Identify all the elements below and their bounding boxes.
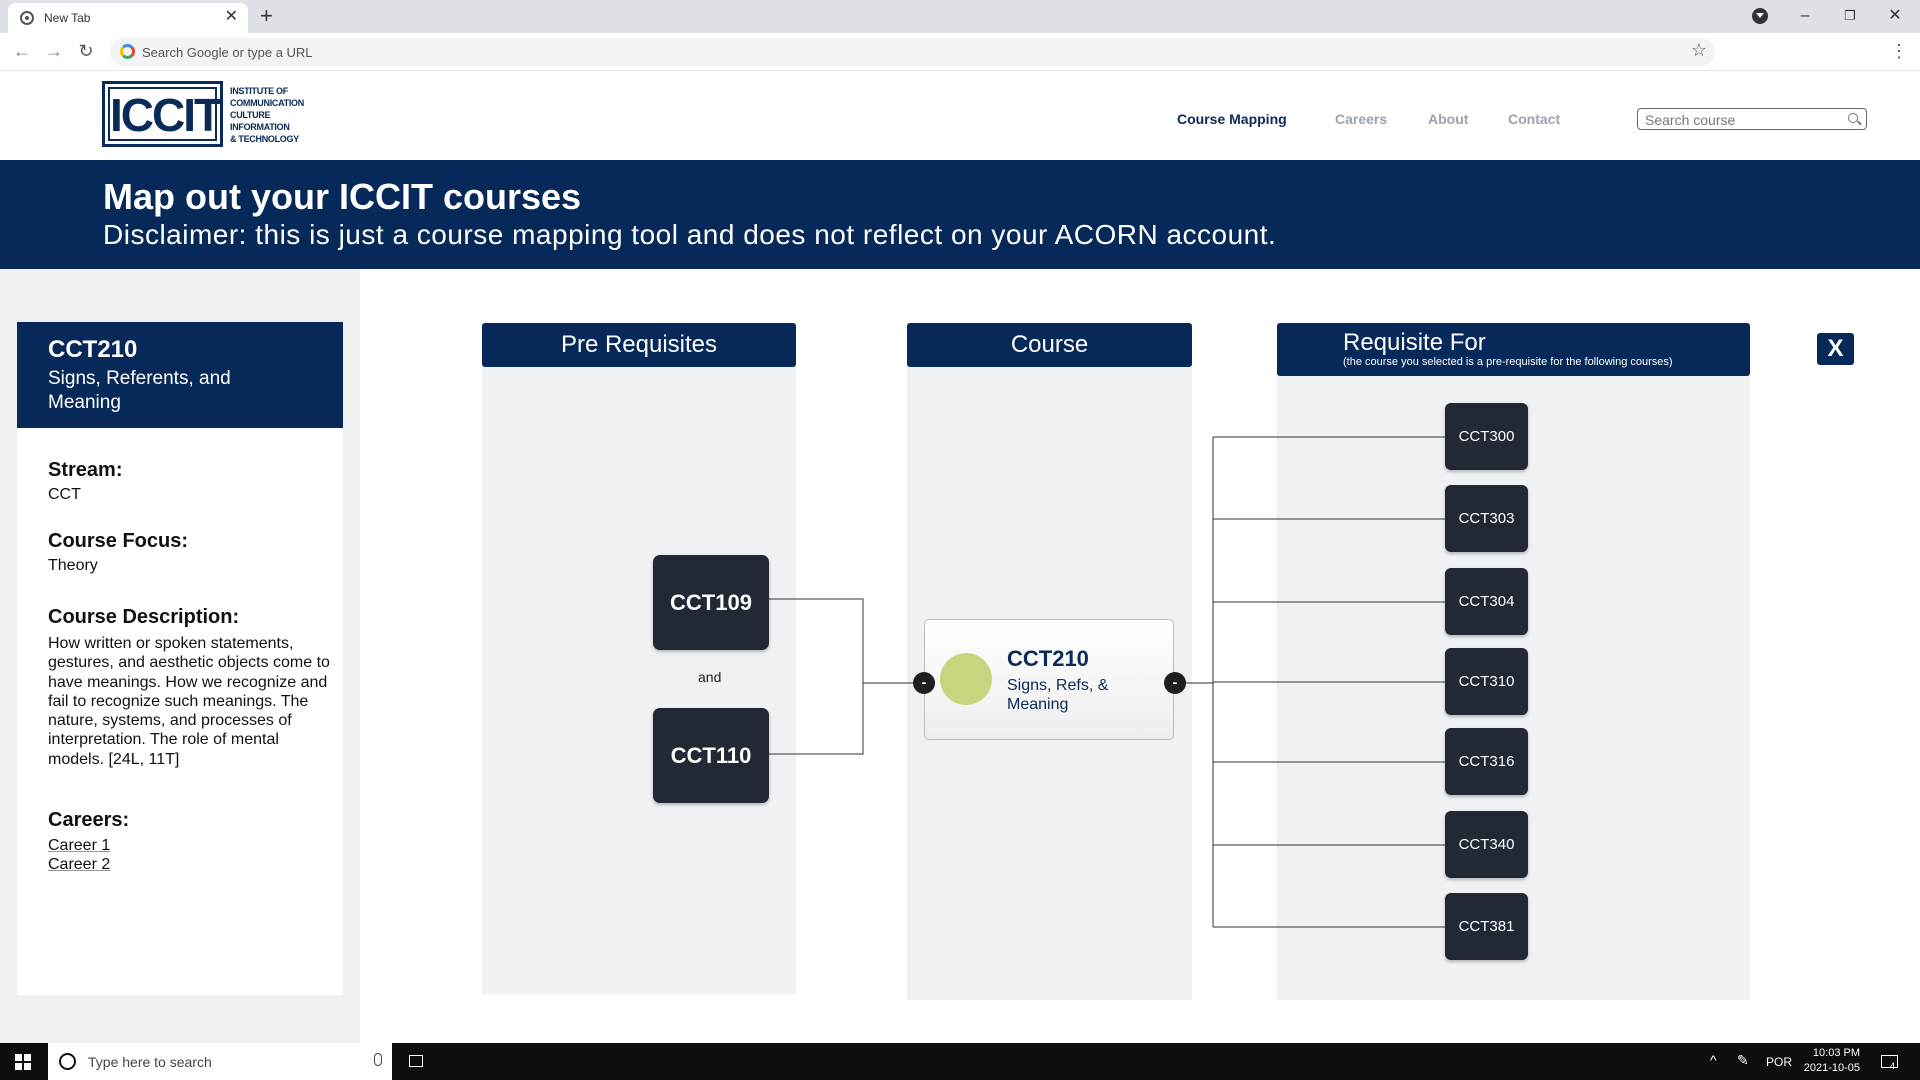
logo-subtitle-line: INSTITUTE OF <box>230 86 288 96</box>
requisite-for-note: (the course you selected is a pre-requis… <box>1343 356 1673 368</box>
course-code: CCT210 <box>48 336 138 363</box>
course-description-label: Course Description: <box>48 606 240 628</box>
profile-menu-icon[interactable] <box>1752 8 1768 24</box>
iccit-logo[interactable]: ICCIT INSTITUTE OF COMMUNICATION CULTURE… <box>102 81 304 147</box>
course-name: Signs, Referents, and Meaning <box>48 368 231 413</box>
reqfor-node-cct310[interactable]: CCT310 <box>1445 648 1528 715</box>
browser-menu-icon[interactable]: ⋮ <box>1890 39 1908 63</box>
reload-icon[interactable]: ↻ <box>74 39 98 63</box>
course-header: Course <box>907 323 1192 367</box>
windows-taskbar: Type here to search ^ ✎ POR 10:03 PM 202… <box>0 1043 1920 1080</box>
prereq-node-cct109[interactable]: CCT109 <box>653 555 769 650</box>
microphone-icon[interactable] <box>374 1053 382 1066</box>
restore-icon[interactable]: ❐ <box>1835 4 1865 28</box>
taskbar-search-placeholder: Type here to search <box>88 1054 212 1070</box>
bookmark-star-icon[interactable]: ☆ <box>1691 40 1707 61</box>
nav-contact[interactable]: Contact <box>1508 111 1560 127</box>
selected-course-name: Signs, Refs, & Meaning <box>1007 677 1109 713</box>
search-icon[interactable] <box>1848 113 1858 123</box>
prereq-header-label: Pre Requisites <box>560 331 718 358</box>
prereq-and-label: and <box>698 669 722 685</box>
course-status-dot <box>940 653 992 705</box>
task-view-icon[interactable] <box>409 1055 423 1067</box>
site-header: ICCIT INSTITUTE OF COMMUNICATION CULTURE… <box>0 72 1920 160</box>
reqfor-node-cct316[interactable]: CCT316 <box>1445 728 1528 795</box>
system-clock[interactable]: 10:03 PM 2021-10-05 <box>1800 1046 1860 1076</box>
selected-course-code: CCT210 <box>1007 646 1089 671</box>
windows-start-icon[interactable] <box>15 1054 31 1070</box>
reqfor-node-cct300[interactable]: CCT300 <box>1445 403 1528 470</box>
career-link-2[interactable]: Career 2 <box>48 856 110 874</box>
close-map-button[interactable]: X <box>1817 333 1854 365</box>
back-arrow-icon[interactable]: ← <box>10 39 34 63</box>
taskbar-search[interactable]: Type here to search <box>48 1043 392 1080</box>
omnibox[interactable]: ☆ <box>110 38 1715 66</box>
language-indicator[interactable]: POR <box>1766 1055 1792 1069</box>
course-info-header: CCT210 Signs, Referents, and Meaning <box>17 322 343 428</box>
course-map-area: CCT210 Signs, Referents, and Meaning Str… <box>0 269 1920 1043</box>
minimize-icon[interactable]: – <box>1790 4 1820 28</box>
tab-title: New Tab <box>44 11 91 25</box>
course-info-card: CCT210 Signs, Referents, and Meaning Str… <box>17 322 343 995</box>
stream-label: Stream: <box>48 459 123 481</box>
reqfor-node-cct304[interactable]: CCT304 <box>1445 568 1528 635</box>
prereq-node-cct110[interactable]: CCT110 <box>653 708 769 803</box>
nav-about[interactable]: About <box>1428 111 1468 127</box>
prereq-header: Pre Requisites <box>482 323 796 367</box>
logo-subtitle-line: CULTURE <box>230 110 271 120</box>
browser-toolbar: ← → ↻ ☆ ⋮ <box>0 33 1920 71</box>
requisite-for-header-label: Requisite For <box>1343 329 1486 356</box>
close-tab-icon[interactable]: ✕ <box>225 8 238 26</box>
collapse-reqfor-button[interactable]: - <box>1164 672 1186 694</box>
reqfor-node-cct381[interactable]: CCT381 <box>1445 893 1528 960</box>
logo-subtitle-line: & TECHNOLOGY <box>230 134 299 144</box>
tray-chevron-up-icon[interactable]: ^ <box>1710 1052 1717 1068</box>
course-info-column: CCT210 Signs, Referents, and Meaning Str… <box>0 269 360 1043</box>
forward-arrow-icon[interactable]: → <box>42 39 66 63</box>
browser-tab[interactable]: New Tab ✕ <box>8 3 248 33</box>
careers-label: Careers: <box>48 809 130 831</box>
notification-count: 4 <box>1890 1061 1896 1071</box>
logo-text: ICCIT <box>108 87 222 141</box>
course-focus-label: Course Focus: <box>48 530 189 552</box>
pen-icon[interactable]: ✎ <box>1737 1052 1749 1069</box>
page-title: Map out your ICCIT courses <box>103 176 582 217</box>
close-window-icon[interactable]: ✕ <box>1880 4 1910 28</box>
page-banner: Map out your ICCIT courses Disclaimer: t… <box>0 160 1920 269</box>
new-tab-icon[interactable]: + <box>260 4 273 28</box>
course-search[interactable] <box>1637 108 1867 130</box>
google-icon <box>120 44 135 59</box>
clock-date: 2021-10-05 <box>1803 1062 1860 1074</box>
requisite-for-header: Requisite For (the course you selected i… <box>1277 323 1750 376</box>
course-search-input[interactable] <box>1645 111 1835 128</box>
logo-subtitle: INSTITUTE OF COMMUNICATION CULTURE INFOR… <box>230 85 310 145</box>
reqfor-node-cct303[interactable]: CCT303 <box>1445 485 1528 552</box>
nav-careers[interactable]: Careers <box>1335 111 1387 127</box>
logo-mark: ICCIT <box>102 81 223 147</box>
course-header-label: Course <box>1010 331 1089 358</box>
reqfor-node-cct340[interactable]: CCT340 <box>1445 811 1528 878</box>
clock-time: 10:03 PM <box>1812 1047 1860 1059</box>
collapse-prereqs-button[interactable]: - <box>913 672 935 694</box>
logo-subtitle-line: INFORMATION <box>230 122 290 132</box>
disclaimer-text: Disclaimer: this is just a course mappin… <box>103 219 1277 250</box>
nav-course-mapping[interactable]: Course Mapping <box>1177 111 1287 127</box>
chrome-favicon-icon <box>20 11 34 25</box>
logo-subtitle-line: COMMUNICATION <box>230 98 304 108</box>
stream-value: CCT <box>48 486 81 503</box>
course-description: How written or spoken statements, gestur… <box>48 635 330 768</box>
browser-tabstrip: New Tab ✕ + – ❐ ✕ <box>0 0 1920 33</box>
cortana-icon <box>59 1053 76 1070</box>
prereq-column <box>482 323 796 994</box>
omnibox-input[interactable] <box>142 42 1642 62</box>
selected-course-card[interactable]: CCT210 Signs, Refs, & Meaning <box>924 619 1174 740</box>
course-focus-value: Theory <box>48 557 98 574</box>
career-link-1[interactable]: Career 1 <box>48 837 110 855</box>
